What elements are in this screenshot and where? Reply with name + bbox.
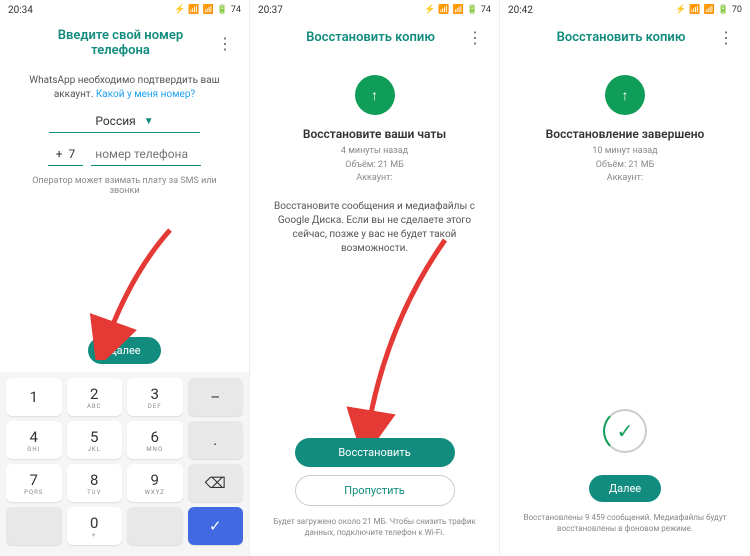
- page-title: Восстановить копию: [528, 30, 714, 45]
- bluetooth-icon: ⚡: [174, 5, 185, 15]
- backup-size: Объём: 21 МБ: [516, 159, 734, 173]
- key-2[interactable]: 2ABC: [67, 378, 123, 416]
- backup-account: Аккаунт:: [516, 172, 734, 186]
- upload-arrow-icon: ↑: [622, 87, 629, 104]
- key-5[interactable]: 5JKL: [67, 421, 123, 459]
- key-dot[interactable]: .: [188, 421, 244, 459]
- backup-meta: 10 минут назад Объём: 21 МБ Аккаунт:: [516, 145, 734, 186]
- backup-time: 4 минуты назад: [266, 145, 483, 159]
- wifi-icon: 📶: [703, 5, 714, 15]
- phone-number-input[interactable]: [91, 143, 201, 166]
- cloud-upload-icon: ↑: [355, 75, 395, 115]
- country-code[interactable]: + 7: [48, 143, 84, 166]
- restored-count-note: Восстановлены 9 459 сообщений. Медиафайл…: [500, 512, 750, 534]
- next-button[interactable]: Далее: [589, 475, 661, 502]
- status-bar: 20:42 ⚡ 📶 📶 🔋 70: [500, 0, 750, 20]
- battery-level: 74: [481, 5, 491, 15]
- key-backspace[interactable]: ⌫: [188, 464, 244, 502]
- cloud-upload-icon: ↑: [605, 75, 645, 115]
- restore-button[interactable]: Восстановить: [295, 438, 455, 467]
- battery-icon: 🔋: [718, 5, 729, 15]
- backup-account: Аккаунт:: [266, 172, 483, 186]
- page-title: Восстановить копию: [278, 30, 463, 45]
- operator-note: Оператор может взимать плату за SMS или …: [16, 176, 233, 196]
- key-7[interactable]: 7PQRS: [6, 464, 62, 502]
- menu-icon[interactable]: ⋮: [213, 34, 237, 53]
- bluetooth-icon: ⚡: [424, 5, 435, 15]
- screen-restore-complete: 20:42 ⚡ 📶 📶 🔋 70 Восстановить копию ⋮ ↑ …: [500, 0, 750, 556]
- restore-heading: Восстановите ваши чаты: [266, 127, 483, 141]
- check-icon: ✓: [617, 419, 634, 443]
- country-name: Россия: [95, 114, 135, 128]
- key-blank-2[interactable]: [127, 507, 183, 545]
- key-4[interactable]: 4GHI: [6, 421, 62, 459]
- header: Восстановить копию ⋮: [500, 20, 750, 55]
- what-is-my-number-link[interactable]: Какой у меня номер?: [96, 89, 195, 100]
- status-time: 20:37: [258, 5, 283, 16]
- status-icons: ⚡ 📶 📶 🔋 74: [174, 5, 241, 15]
- restore-description: Восстановите сообщения и медиафайлы с Go…: [266, 200, 483, 256]
- key-9[interactable]: 9WXYZ: [127, 464, 183, 502]
- country-selector[interactable]: Россия ▼: [49, 114, 201, 133]
- bluetooth-icon: ⚡: [675, 5, 686, 15]
- battery-level: 74: [231, 5, 241, 15]
- battery-level: 70: [732, 5, 742, 15]
- key-submit[interactable]: ✓: [188, 507, 244, 545]
- skip-button[interactable]: Пропустить: [295, 475, 455, 506]
- status-icons: ⚡ 📶 📶 🔋 74: [424, 5, 491, 15]
- status-bar: 20:37 ⚡ 📶 📶 🔋 74: [250, 0, 499, 20]
- restore-complete-heading: Восстановление завершено: [516, 127, 734, 141]
- screen-enter-phone: 20:34 ⚡ 📶 📶 🔋 74 Введите свой номер теле…: [0, 0, 250, 556]
- key-3[interactable]: 3DEF: [127, 378, 183, 416]
- key-8[interactable]: 8TUV: [67, 464, 123, 502]
- dropdown-icon: ▼: [144, 116, 154, 127]
- wifi-note: Будет загружено около 21 МБ. Чтобы снизи…: [250, 516, 499, 538]
- info-text: WhatsApp необходимо подтвердить ваш акка…: [16, 74, 233, 102]
- status-icons: ⚡ 📶 📶 🔋 70: [675, 5, 742, 15]
- status-time: 20:34: [8, 5, 33, 16]
- backup-time: 10 минут назад: [516, 145, 734, 159]
- signal-icon: 📶: [438, 5, 449, 15]
- status-time: 20:42: [508, 5, 533, 16]
- battery-icon: 🔋: [467, 5, 478, 15]
- battery-icon: 🔋: [217, 5, 228, 15]
- header: Восстановить копию ⋮: [250, 20, 499, 55]
- backup-size: Объём: 21 МБ: [266, 159, 483, 173]
- signal-icon: 📶: [188, 5, 199, 15]
- upload-arrow-icon: ↑: [371, 87, 378, 104]
- key-6[interactable]: 6MNO: [127, 421, 183, 459]
- success-icon: ✓: [603, 409, 647, 453]
- annotation-arrow: [335, 235, 465, 450]
- backup-meta: 4 минуты назад Объём: 21 МБ Аккаунт:: [266, 145, 483, 186]
- next-button[interactable]: Далее: [88, 337, 160, 364]
- wifi-icon: 📶: [452, 5, 463, 15]
- wifi-icon: 📶: [202, 5, 213, 15]
- page-title: Введите свой номер телефона: [28, 28, 213, 58]
- phone-input-row: + 7: [16, 143, 233, 166]
- status-bar: 20:34 ⚡ 📶 📶 🔋 74: [0, 0, 249, 20]
- key-blank[interactable]: [6, 507, 62, 545]
- header: Введите свой номер телефона ⋮: [0, 20, 249, 66]
- key-1[interactable]: 1: [6, 378, 62, 416]
- menu-icon[interactable]: ⋮: [463, 28, 487, 47]
- key-dash[interactable]: –: [188, 378, 244, 416]
- menu-icon[interactable]: ⋮: [714, 28, 738, 47]
- numeric-keypad: 1 2ABC 3DEF – 4GHI 5JKL 6MNO . 7PQRS 8TU…: [0, 372, 249, 556]
- key-0[interactable]: 0+: [67, 507, 123, 545]
- signal-icon: 📶: [689, 5, 700, 15]
- screen-restore-backup: 20:37 ⚡ 📶 📶 🔋 74 Восстановить копию ⋮ ↑ …: [250, 0, 500, 556]
